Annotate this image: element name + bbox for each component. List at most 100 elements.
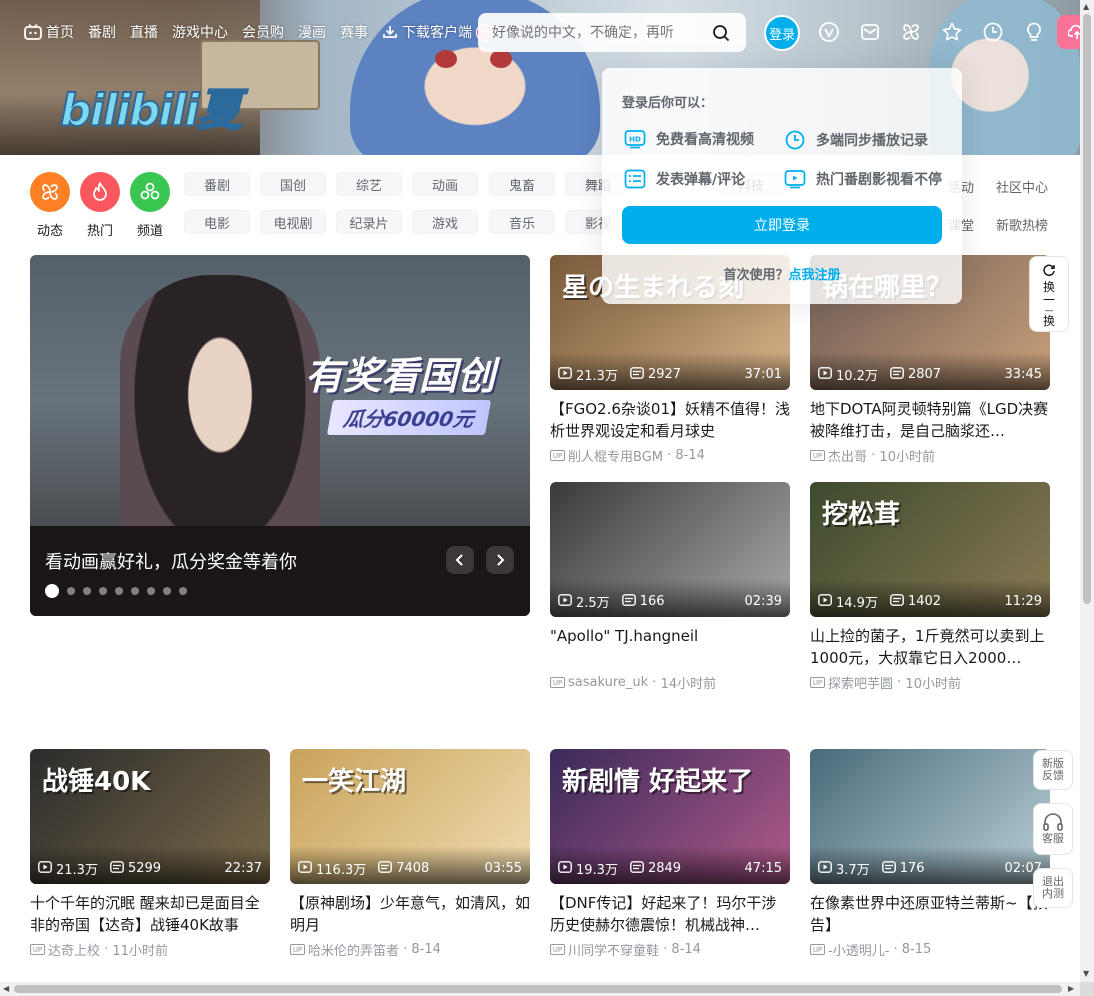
carousel-dot[interactable] [131,587,139,595]
video-title[interactable]: "Apollo" TJ.hangneil [550,625,790,669]
scroll-down-arrow[interactable]: ▼ [1083,969,1089,978]
scroll-up-arrow[interactable]: ▲ [1083,2,1089,11]
vip-icon[interactable] [817,20,841,44]
message-icon[interactable] [858,20,882,44]
danmaku-count: 2849 [630,860,681,877]
danmaku-count-value: 176 [899,861,925,876]
tag-bangumi[interactable]: 番剧 [184,172,250,196]
video-author[interactable]: 削人棍专用BGM [568,446,663,465]
tag-music[interactable]: 音乐 [489,210,555,234]
tag-game[interactable]: 游戏 [412,210,478,234]
video-card[interactable]: 一笑江湖 116.3万 7408 03:55 【原神剧场】少年意气，如清风，如明月 UP 哈… [290,749,530,959]
video-duration: 37:01 [744,367,782,382]
login-avatar-button[interactable]: 登录 [764,15,800,51]
carousel-dot[interactable] [163,587,171,595]
video-thumbnail[interactable]: 3.7万 176 02:07 [810,749,1050,884]
danmaku-count-icon [881,860,900,877]
carousel-dot[interactable] [179,587,187,595]
video-author[interactable]: sasakure_uk [568,675,648,690]
carousel-dot[interactable] [45,584,59,598]
carousel-dot[interactable] [83,587,91,595]
vertical-scroll-thumb[interactable] [1083,14,1091,604]
tag-kichiku[interactable]: 鬼畜 [489,172,555,196]
carousel-next-button[interactable] [486,546,514,574]
history-icon [785,130,805,150]
video-author[interactable]: 川同学不穿童鞋 [568,940,659,959]
video-author[interactable]: 探索吧芋圆 [828,673,893,692]
carousel-dot[interactable] [67,587,75,595]
view-count: 3.7万 [818,859,870,878]
nav-live[interactable]: 直播 [130,22,158,42]
carousel-dot[interactable] [99,587,107,595]
horizontal-scrollbar[interactable]: ◀ ▶ [0,982,1080,996]
bilibili-logo[interactable]: bilibili夏 [59,74,242,138]
popover-login-button[interactable]: 立即登录 [622,206,942,244]
video-card[interactable]: 战锤40K 21.3万 5299 22:37 十个千年的沉眠 醒来却已是面目全非的帝国【… [30,749,270,959]
customer-service-button[interactable]: 客服 [1033,803,1073,855]
nav-manga[interactable]: 漫画 [298,22,326,42]
video-author[interactable]: 哈米伦的弄笛者 [308,940,399,959]
video-title[interactable]: 【原神剧场】少年意气，如清风，如明月 [290,892,530,936]
video-card[interactable]: 3.7万 176 02:07 在像素世界中还原亚特兰蒂斯~【预告】 UP -小透明儿- ·… [810,749,1050,959]
video-author[interactable]: 达奇上校 [48,940,100,959]
nav-game-center[interactable]: 游戏中心 [172,22,228,42]
nav-bangumi[interactable]: 番剧 [88,22,116,42]
scroll-left-arrow[interactable]: ◀ [3,984,9,993]
video-thumbnail[interactable]: 战锤40K 21.3万 5299 22:37 [30,749,270,884]
video-title[interactable]: 山上捡的菌子，1斤竟然可以卖到上1000元，大叔靠它日入2000… [810,625,1050,669]
favorites-icon[interactable] [940,20,964,44]
top-nav: 首页 番剧 直播 游戏中心 会员购 漫画 赛事 下载客户端 新 登录 [0,0,1094,64]
register-link[interactable]: 点我注册 [789,268,841,283]
tag-variety[interactable]: 综艺 [336,172,402,196]
horizontal-scroll-thumb[interactable] [14,985,1062,993]
search-button[interactable] [706,18,736,48]
search-input[interactable] [492,24,706,41]
video-title[interactable]: 在像素世界中还原亚特兰蒂斯~【预告】 [810,892,1050,936]
video-thumbnail[interactable]: 一笑江湖 116.3万 7408 03:55 [290,749,530,884]
video-author[interactable]: -小透明儿- [828,940,889,959]
video-card[interactable]: 新剧情 好起来了 19.3万 2849 47:15 【DNF传记】好起来了！玛尔干涉历史… [550,749,790,959]
tag-tv[interactable]: 电视剧 [260,210,326,234]
video-title[interactable]: 十个千年的沉眠 醒来却已是面目全非的帝国【达奇】战锤40K故事 [30,892,270,936]
chevron-right-icon [497,554,505,566]
video-thumbnail[interactable]: 挖松茸 14.9万 1402 11:29 [810,482,1050,617]
video-card[interactable]: 2.5万 166 02:39 "Apollo" TJ.hangneil UP sasaku… [550,482,790,692]
feedback-button[interactable]: 新版 反馈 [1033,750,1073,790]
vertical-scrollbar[interactable]: ▲ ▼ [1080,0,1094,982]
dynamic-icon[interactable] [899,20,923,44]
carousel-caption[interactable]: 看动画赢好礼，瓜分奖金等着你 [45,548,297,574]
view-count-value: 2.5万 [576,596,610,611]
video-author[interactable]: 杰出哥 [828,446,867,465]
nav-shop[interactable]: 会员购 [242,22,284,42]
carousel-dot[interactable] [115,587,123,595]
video-duration: 22:37 [224,861,262,876]
tag-guochuang[interactable]: 国创 [260,172,326,196]
creation-icon[interactable] [1022,20,1046,44]
tag-animation[interactable]: 动画 [412,172,478,196]
video-card[interactable]: 挖松茸 14.9万 1402 11:29 山上捡的菌子，1斤竟然可以卖到上1000元，大… [810,482,1050,692]
video-thumbnail[interactable]: 2.5万 166 02:39 [550,482,790,617]
tag-movie[interactable]: 电影 [184,210,250,234]
refresh-button[interactable]: 换一 — 换 [1029,256,1069,332]
nav-match[interactable]: 赛事 [340,22,368,42]
hot-channel-button[interactable] [80,172,120,212]
video-thumbnail[interactable]: 新剧情 好起来了 19.3万 2849 47:15 [550,749,790,884]
nav-home[interactable]: 首页 [24,22,74,42]
video-title[interactable]: 【FGO2.6杂谈01】妖精不值得！浅析世界观设定和看月球史 [550,398,790,442]
carousel[interactable]: 有奖看国创 瓜分60000元 看动画赢好礼，瓜分奖金等着你 [30,255,530,616]
video-title[interactable]: 【DNF传记】好起来了！玛尔干涉历史使赫尔德震惊！机械战神… [550,892,790,936]
video-title[interactable]: 地下DOTA阿灵顿特别篇《LGD决赛被降维打击，是自己脑浆还… [810,398,1050,442]
channel-channel-button[interactable] [130,172,170,212]
exit-beta-button[interactable]: 退出 内测 [1033,868,1073,908]
dynamic-channel-button[interactable] [30,172,70,212]
history-icon[interactable] [981,20,1005,44]
meta-separator: · [662,448,676,463]
danmaku-count-value: 1402 [907,594,942,609]
tag-documentary[interactable]: 纪录片 [336,210,402,234]
carousel-dot[interactable] [147,587,155,595]
meta-separator: · [659,942,672,957]
scroll-right-arrow[interactable]: ▶ [1068,984,1074,993]
carousel-prev-button[interactable] [446,546,474,574]
link-hot-songs[interactable]: 新歌热榜 [996,215,1048,234]
link-community[interactable]: 社区中心 [996,177,1048,196]
